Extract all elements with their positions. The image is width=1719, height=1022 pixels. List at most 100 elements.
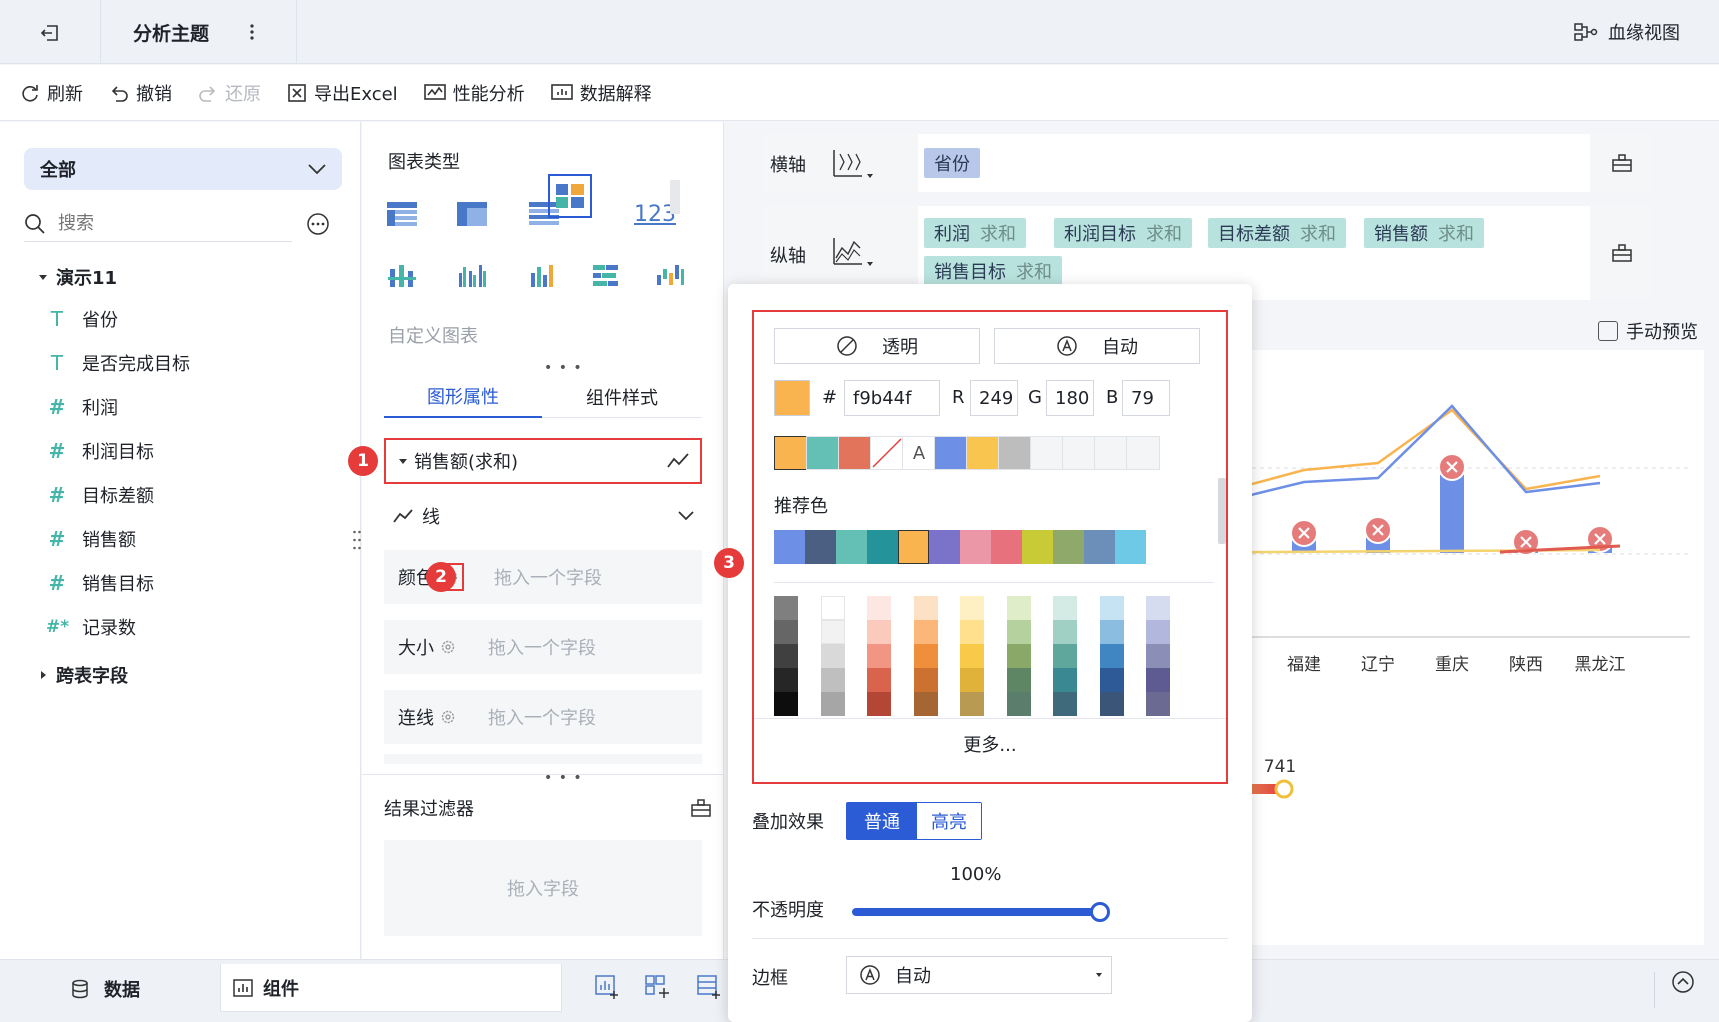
export-excel-button[interactable]: 导出Excel <box>287 80 398 106</box>
mark-type-select[interactable]: 线 <box>384 494 702 538</box>
palette-swatch[interactable] <box>1053 668 1077 692</box>
y-axis-sort-icon[interactable] <box>830 234 876 270</box>
horizontal-bar-icon[interactable] <box>584 254 628 298</box>
palette-swatch[interactable] <box>820 692 845 716</box>
y-field-pill[interactable]: 利润 求和 <box>924 218 1026 248</box>
field-item[interactable]: # 目标差额 <box>46 482 154 508</box>
manual-preview-toggle[interactable]: 手动预览 <box>1598 318 1698 344</box>
recommended-swatch[interactable] <box>1022 530 1053 564</box>
tab-component-style[interactable]: 组件样式 <box>542 376 702 418</box>
stacked-bar-icon[interactable] <box>380 254 424 298</box>
scope-select[interactable]: 全部 <box>24 148 342 190</box>
palette-swatch[interactable] <box>820 620 845 644</box>
field-item[interactable]: # 销售额 <box>46 526 136 552</box>
cross-table-node[interactable]: 跨表字段 <box>38 662 128 688</box>
more-vertical-icon[interactable] <box>240 18 264 46</box>
palette-swatch[interactable] <box>1099 620 1124 644</box>
palette-swatch[interactable] <box>1053 644 1077 668</box>
palette-swatch[interactable] <box>867 692 891 716</box>
palette-swatch[interactable] <box>1053 596 1077 620</box>
undo-button[interactable]: 撤销 <box>109 80 172 106</box>
g-input[interactable]: 180 <box>1046 380 1094 416</box>
palette-swatch[interactable] <box>960 668 984 692</box>
connect-property-row[interactable]: 连线 拖入一个字段 <box>384 690 702 744</box>
search-input[interactable] <box>58 213 258 234</box>
x-axis-drop-zone[interactable]: 省份 <box>914 134 1590 192</box>
palette-swatch[interactable] <box>913 668 938 692</box>
custom-layout-chart-icon[interactable] <box>548 174 592 218</box>
palette-swatch[interactable] <box>820 668 845 692</box>
lineage-view-button[interactable]: 血缘视图 <box>1574 19 1680 45</box>
recommended-swatch[interactable] <box>867 530 898 564</box>
recent-swatch[interactable] <box>966 436 1000 470</box>
palette-swatch[interactable] <box>867 596 891 620</box>
palette-swatch[interactable] <box>1006 644 1031 668</box>
drag-handle-icon[interactable]: • • • <box>544 770 583 786</box>
manual-preview-checkbox[interactable] <box>1598 321 1618 341</box>
palette-swatch[interactable] <box>913 692 938 716</box>
more-options-icon[interactable] <box>306 212 330 236</box>
blend-highlight-button[interactable]: 高亮 <box>917 803 981 839</box>
palette-swatch[interactable] <box>913 644 938 668</box>
recent-swatch-none[interactable] <box>870 436 904 470</box>
grouped-bar-icon[interactable] <box>450 254 494 298</box>
filter-drop-zone[interactable]: 拖入字段 <box>384 840 702 936</box>
palette-swatch[interactable] <box>1146 596 1170 620</box>
palette-swatch[interactable] <box>774 668 798 692</box>
custom-chart-label[interactable]: 自定义图表 <box>388 322 478 348</box>
table-chart-icon[interactable] <box>380 192 424 236</box>
palette-swatch[interactable] <box>1006 620 1031 644</box>
palette-swatch[interactable] <box>1006 692 1031 716</box>
size-settings-gear-icon[interactable] <box>438 637 458 657</box>
r-input[interactable]: 249 <box>970 380 1018 416</box>
palette-swatch[interactable] <box>774 644 798 668</box>
y-field-pill[interactable]: 目标差额 求和 <box>1208 218 1346 248</box>
tab-data[interactable]: 数据 <box>70 976 140 1002</box>
palette-swatch[interactable] <box>1099 668 1124 692</box>
recent-swatch[interactable] <box>1126 436 1160 470</box>
palette-swatch[interactable] <box>960 692 984 716</box>
palette-swatch[interactable] <box>867 644 891 668</box>
recommended-swatch[interactable] <box>805 530 836 564</box>
transparent-button[interactable]: 透明 <box>774 328 980 364</box>
recommended-swatch[interactable] <box>1053 530 1084 564</box>
palette-swatch[interactable] <box>1006 596 1031 620</box>
palette-swatch[interactable] <box>1006 668 1031 692</box>
performance-button[interactable]: 性能分析 <box>423 80 525 106</box>
y-field-pill[interactable]: 销售目标 求和 <box>924 256 1062 286</box>
exit-icon[interactable] <box>30 18 70 48</box>
palette-swatch[interactable] <box>1146 620 1170 644</box>
tab-graphic-properties[interactable]: 图形属性 <box>384 376 542 418</box>
x-axis-settings-icon[interactable] <box>1594 134 1650 192</box>
add-table-widget-icon[interactable] <box>696 974 722 1000</box>
recent-swatch[interactable] <box>1062 436 1096 470</box>
palette-swatch[interactable] <box>774 692 798 716</box>
palette-swatch[interactable] <box>1146 668 1170 692</box>
collapse-up-icon[interactable] <box>1671 970 1695 994</box>
palette-swatch[interactable] <box>1146 692 1170 716</box>
add-chart-widget-icon[interactable] <box>594 974 620 1000</box>
x-field-pill[interactable]: 省份 <box>924 148 980 178</box>
palette-swatch[interactable] <box>960 620 984 644</box>
palette-swatch[interactable] <box>1099 692 1124 716</box>
recommended-swatch[interactable] <box>929 530 960 564</box>
palette-swatch[interactable] <box>820 596 845 620</box>
field-item[interactable]: #* 记录数 <box>46 614 136 640</box>
current-color-swatch[interactable] <box>774 380 810 416</box>
hex-input[interactable]: f9b44f <box>844 380 940 416</box>
palette-swatch[interactable] <box>867 668 891 692</box>
opacity-slider-track[interactable] <box>852 908 1100 916</box>
recommended-swatch[interactable] <box>991 530 1022 564</box>
recent-swatch[interactable] <box>1094 436 1128 470</box>
recent-swatch[interactable] <box>1030 436 1064 470</box>
field-item[interactable]: T 是否完成目标 <box>46 350 190 376</box>
auto-color-button[interactable]: 自动 <box>994 328 1200 364</box>
opacity-slider-thumb[interactable] <box>1090 902 1110 922</box>
dataset-node[interactable]: 演示11 <box>38 264 117 290</box>
recent-swatch[interactable] <box>998 436 1032 470</box>
data-explain-button[interactable]: 数据解释 <box>550 80 652 106</box>
palette-swatch[interactable] <box>1146 644 1170 668</box>
palette-swatch[interactable] <box>913 620 938 644</box>
redo-button[interactable]: 还原 <box>198 80 261 106</box>
chart-type-scrollbar[interactable] <box>670 180 680 214</box>
